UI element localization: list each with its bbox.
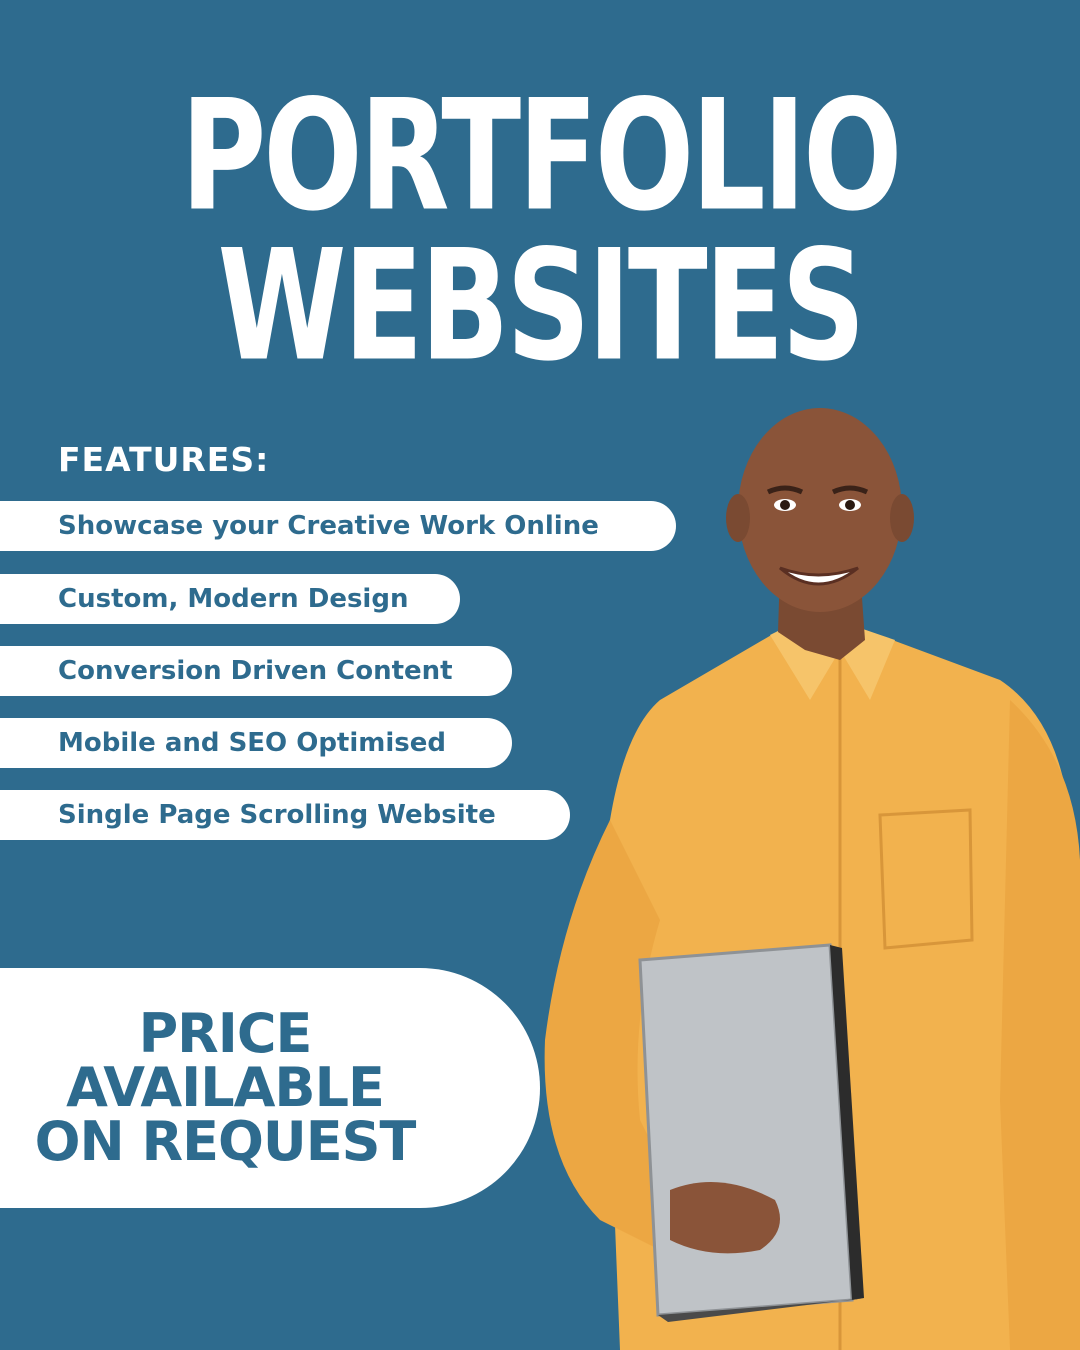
price-bubble: PRICE AVAILABLE ON REQUEST [0,968,540,1208]
features-heading: FEATURES: [58,440,270,479]
person-with-laptop-image [544,408,1080,1350]
feature-item: Single Page Scrolling Website [0,790,570,840]
price-text-line-1: PRICE [138,1002,313,1065]
page-title-line-2: WEBSITES [217,217,865,396]
price-text-line-2: AVAILABLE [66,1056,385,1119]
feature-item: Mobile and SEO Optimised [0,718,512,768]
page-title-line-1: PORTFOLIO [180,67,903,246]
feature-item: Custom, Modern Design [0,574,460,624]
price-text-line-3: ON REQUEST [34,1110,417,1173]
feature-item: Conversion Driven Content [0,646,512,696]
